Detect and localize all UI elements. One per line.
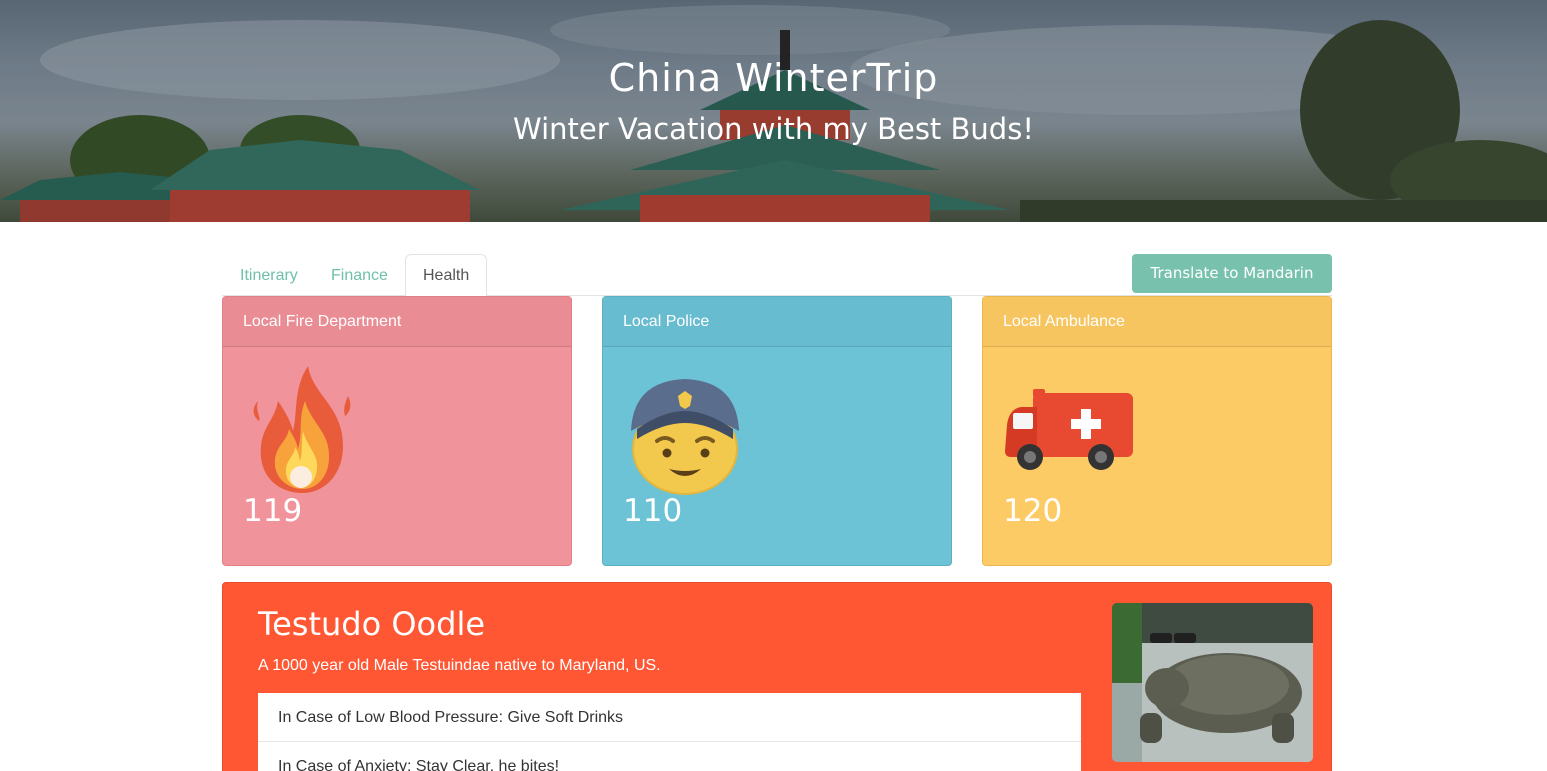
police-number: 110 <box>623 493 683 529</box>
list-item: In Case of Low Blood Pressure: Give Soft… <box>258 693 1081 742</box>
fire-card-title: Local Fire Department <box>223 297 571 347</box>
ambulance-number: 120 <box>1003 493 1063 529</box>
pet-panel: Testudo Oodle A 1000 year old Male Testu… <box>222 582 1332 771</box>
hero-overlay <box>0 0 1547 222</box>
ambulance-icon <box>1003 361 1135 486</box>
tab-finance[interactable]: Finance <box>313 254 406 296</box>
tab-itinerary[interactable]: Itinerary <box>222 254 316 296</box>
police-officer-icon <box>623 361 747 501</box>
pet-photo <box>1112 603 1313 762</box>
fire-department-card: Local Fire Department 119 <box>222 296 572 566</box>
hero-banner: China WinterTrip Winter Vacation with my… <box>0 0 1547 222</box>
pet-care-list: In Case of Low Blood Pressure: Give Soft… <box>258 693 1081 771</box>
pet-description: A 1000 year old Male Testuindae native t… <box>258 657 661 674</box>
police-card-title: Local Police <box>603 297 951 347</box>
pet-name: Testudo Oodle <box>258 605 486 643</box>
fire-icon <box>243 361 363 501</box>
ambulance-card-title: Local Ambulance <box>983 297 1331 347</box>
police-card: Local Police 110 <box>602 296 952 566</box>
list-item: In Case of Anxiety: Stay Clear, he bites… <box>258 742 1081 771</box>
tab-health[interactable]: Health <box>405 254 488 297</box>
fire-number: 119 <box>243 493 303 529</box>
page-title: China WinterTrip <box>608 56 939 100</box>
ambulance-card: Local Ambulance 120 <box>982 296 1332 566</box>
translate-button[interactable]: Translate to Mandarin <box>1132 254 1332 293</box>
page-subtitle: Winter Vacation with my Best Buds! <box>513 112 1034 146</box>
